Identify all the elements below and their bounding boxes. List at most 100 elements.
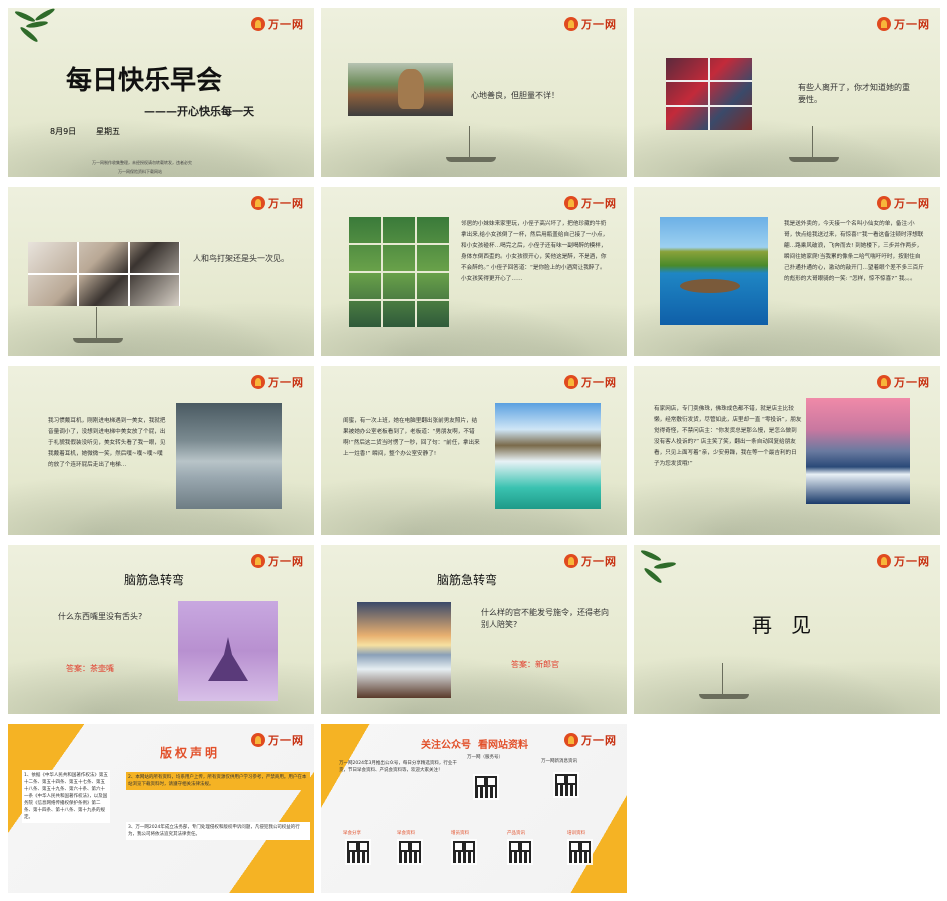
riddle-answer: 答案：茶壶嘴 [66, 664, 114, 673]
brand-logo: 万一网 [564, 374, 617, 390]
landscape-mist [634, 644, 940, 714]
slide-7[interactable]: 万一网 我习惯戴耳机，刚刚进电梯遇到一美女，我就把音量调小了，没想到进电梯中美女… [8, 366, 314, 535]
follow-title: 关注公众号 看网站资料 [421, 740, 528, 751]
slide-8[interactable]: 万一网 闺蜜，有一次上班，她在电脑里翻出张前男友照片，结果被她办公室老板看到了，… [321, 366, 627, 535]
slide-text: 我是送外卖的，今天接一个名叫小仙女的单，备注:小哥，快点给我送过来，有惊喜!”我… [784, 221, 924, 282]
boat-decoration [441, 126, 501, 166]
bottom-label: 早会分享 [343, 831, 361, 836]
logo-icon [251, 196, 265, 210]
brand-logo: 万一网 [877, 195, 930, 211]
slide-text: 闺蜜，有一次上班，她在电脑里翻出张前男友照片，结果被她办公室老板看到了，老板道：… [343, 418, 480, 457]
brand-logo: 万一网 [251, 16, 304, 32]
qr-code-icon[interactable] [553, 772, 579, 798]
qr-code-icon[interactable] [451, 839, 477, 865]
brand-logo: 万一网 [877, 553, 930, 569]
waterfall-photo [495, 403, 601, 509]
copyright-para-1: 1、依据《中华人民共和国著作权法》第五十二条、第五十四条、第五十七条、第五十八条… [22, 770, 110, 823]
goodbye-title: 再 见 [752, 613, 812, 637]
mountain-grid-photo [349, 217, 449, 327]
slide-2[interactable]: 万一网 心地善良，但胆量不详！ [321, 8, 627, 177]
qr-label-service: 万一网（服务号） [467, 755, 503, 760]
logo-icon [564, 17, 578, 31]
riddle-answer: 答案：新郎官 [511, 660, 559, 669]
slide-1-title[interactable]: 万一网 每日快乐早会 ———开心快乐每一天 8月9日 星期五 万一网制作收集整理… [8, 8, 314, 177]
slide-caption: 有些人离开了，你才知道她的重要性。 [798, 83, 910, 104]
qr-code-icon[interactable] [567, 839, 593, 865]
brand-logo: 万一网 [564, 195, 617, 211]
slide-9[interactable]: 万一网 有家网店，专门卖佛珠，佛珠成色都不错，就是店主比较懒，经常敷衍发货，尽管… [634, 366, 940, 535]
qr-code-icon[interactable] [473, 774, 499, 800]
slide-10-riddle[interactable]: 万一网 脑筋急转弯 什么东西嘴里没有舌头? 答案：茶壶嘴 [8, 545, 314, 714]
bamboo-decoration [8, 8, 58, 68]
brand-logo: 万一网 [251, 195, 304, 211]
footer-site: 万一网保险资料下载网站 [118, 169, 162, 174]
logo-icon [564, 733, 578, 747]
logo-icon [877, 196, 891, 210]
copyright-para-3: 3、万一网2024年成立法务部，专门处理侵权和版权申诉问题，凡侵犯我公司权益的行… [126, 822, 310, 840]
slide-subtitle: ———开心快乐每一天 [144, 105, 254, 118]
logo-icon [251, 17, 265, 31]
boat-decoration [68, 307, 128, 347]
logo-icon [877, 554, 891, 568]
date-label: 8月9日 [50, 127, 77, 136]
slide-13-copyright[interactable]: 万一网 版权声明 1、依据《中华人民共和国著作权法》第五十二条、第五十四条、第五… [8, 724, 314, 893]
logo-icon [251, 554, 265, 568]
brand-logo: 万一网 [251, 553, 304, 569]
bottom-label: 增员资料 [451, 831, 469, 836]
photo-grid [666, 58, 752, 130]
copyright-title: 版权声明 [160, 746, 221, 760]
sunset-rocks-photo [357, 602, 451, 698]
bamboo-decoration [634, 545, 684, 605]
qr-code-icon[interactable] [345, 839, 371, 865]
riddle-title: 脑筋急转弯 [437, 573, 498, 587]
copyright-para-2: 2、本网站的所有资料，均系用户上传，所有资源仅供用户学习参考，严禁商用。用户在本… [126, 772, 310, 790]
slide-14-follow[interactable]: 万一网 关注公众号 看网站资料 万一网2024年3月推出公众号，每日分享精选资料… [321, 724, 627, 893]
slide-title: 每日快乐早会 [66, 66, 223, 96]
slide-5[interactable]: 万一网 邻居的小妹妹来家里玩，小侄子高兴坏了，把他珍藏的牛奶拿出来,给小女孩倒了… [321, 187, 627, 356]
slide-6[interactable]: 万一网 我是送外卖的，今天接一个名叫小仙女的单，备注:小哥，快点给我送过来，有惊… [634, 187, 940, 356]
riddle-question: 什么样的官不能发号施令，还得老向别人陪笑? [481, 608, 609, 629]
boat-decoration [784, 126, 844, 166]
sea-photo [176, 403, 282, 509]
logo-icon [877, 17, 891, 31]
logo-icon [877, 375, 891, 389]
logo-icon [564, 196, 578, 210]
bottom-label: 早会资料 [397, 831, 415, 836]
qr-code-icon[interactable] [397, 839, 423, 865]
slide-text: 邻居的小妹妹来家里玩，小侄子高兴坏了，把他珍藏的牛奶拿出来,给小女孩倒了一杯，然… [461, 221, 609, 282]
slide-4[interactable]: 万一网 人和鸟打架还是头一次见。 [8, 187, 314, 356]
slide-caption: 人和鸟打架还是头一次见。 [193, 254, 289, 263]
qr-code-icon[interactable] [507, 839, 533, 865]
brand-logo: 万一网 [564, 553, 617, 569]
slide-text: 有家网店，专门卖佛珠，佛珠成色都不错，就是店主比较懒，经常敷衍发货，尽管如此，店… [654, 406, 802, 467]
logo-icon [564, 554, 578, 568]
footer-notice: 万一网制作收集整理，未经授权请勿转载转发，违者必究 [92, 160, 192, 165]
slide-caption: 心地善良，但胆量不详！ [471, 91, 559, 100]
sea-cliff-photo [660, 217, 768, 325]
bottom-label: 产品资讯 [507, 831, 525, 836]
brand-logo: 万一网 [251, 732, 304, 748]
slide-3[interactable]: 万一网 有些人离开了，你才知道她的重要性。 [634, 8, 940, 177]
bottom-label: 培训资料 [567, 831, 585, 836]
weekday-label: 星期五 [96, 127, 120, 136]
wave-sunset-photo [806, 398, 910, 504]
logo-icon [564, 375, 578, 389]
logo-icon [251, 375, 265, 389]
logo-icon [251, 733, 265, 747]
temple-photo [178, 601, 278, 701]
riddle-title: 脑筋急转弯 [124, 573, 185, 587]
slide-11-riddle[interactable]: 万一网 脑筋急转弯 什么样的官不能发号施令，还得老向别人陪笑? 答案：新郎官 [321, 545, 627, 714]
brand-logo: 万一网 [564, 732, 617, 748]
brand-logo: 万一网 [877, 16, 930, 32]
brand-logo: 万一网 [564, 16, 617, 32]
riddle-question: 什么东西嘴里没有舌头? [58, 612, 143, 621]
llama-photo [348, 63, 453, 116]
brand-logo: 万一网 [877, 374, 930, 390]
boat-decoration [694, 663, 754, 703]
slide-12-goodbye[interactable]: 万一网 再 见 [634, 545, 940, 714]
slide-text: 我习惯戴耳机，刚刚进电梯遇到一美女，我就把音量调小了，没想到进电梯中美女放了个屁… [48, 418, 166, 468]
qr-label-news: 万一网新消息资讯 [541, 759, 577, 764]
brand-logo: 万一网 [251, 374, 304, 390]
follow-intro: 万一网2024年3月推出公众号，每日分享精选资料，行业干货，节日早会资料、产说会… [339, 761, 457, 773]
bird-fight-photos [28, 242, 180, 306]
